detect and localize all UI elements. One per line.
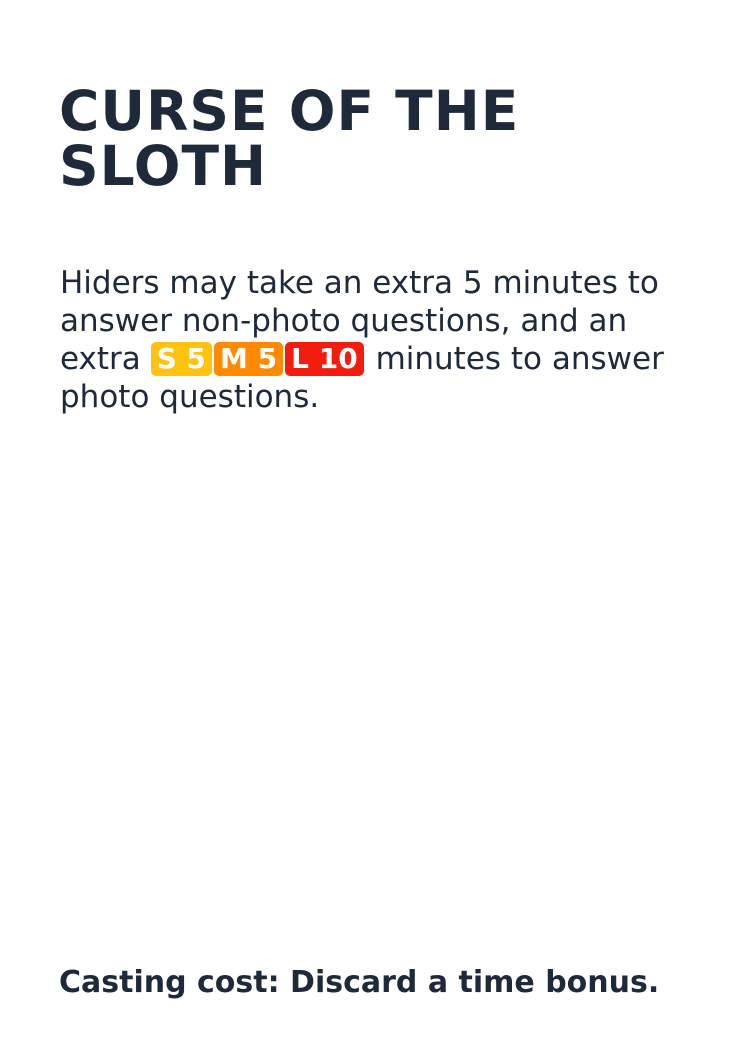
card-title: CURSE OF THE SLOTH (59, 84, 679, 194)
card-description: Hiders may take an extra 5 minutes to an… (60, 264, 700, 416)
casting-cost: Casting cost: Discard a time bonus. (59, 965, 660, 1000)
badge-small: S 5 (150, 342, 213, 376)
badge-medium: M 5 (214, 342, 284, 376)
curse-card: CURSE OF THE SLOTH Hiders may take an ex… (0, 0, 750, 1050)
card-title-line-1: CURSE OF THE (59, 79, 520, 143)
card-title-line-2: SLOTH (59, 134, 268, 198)
badge-large: L 10 (285, 342, 364, 376)
